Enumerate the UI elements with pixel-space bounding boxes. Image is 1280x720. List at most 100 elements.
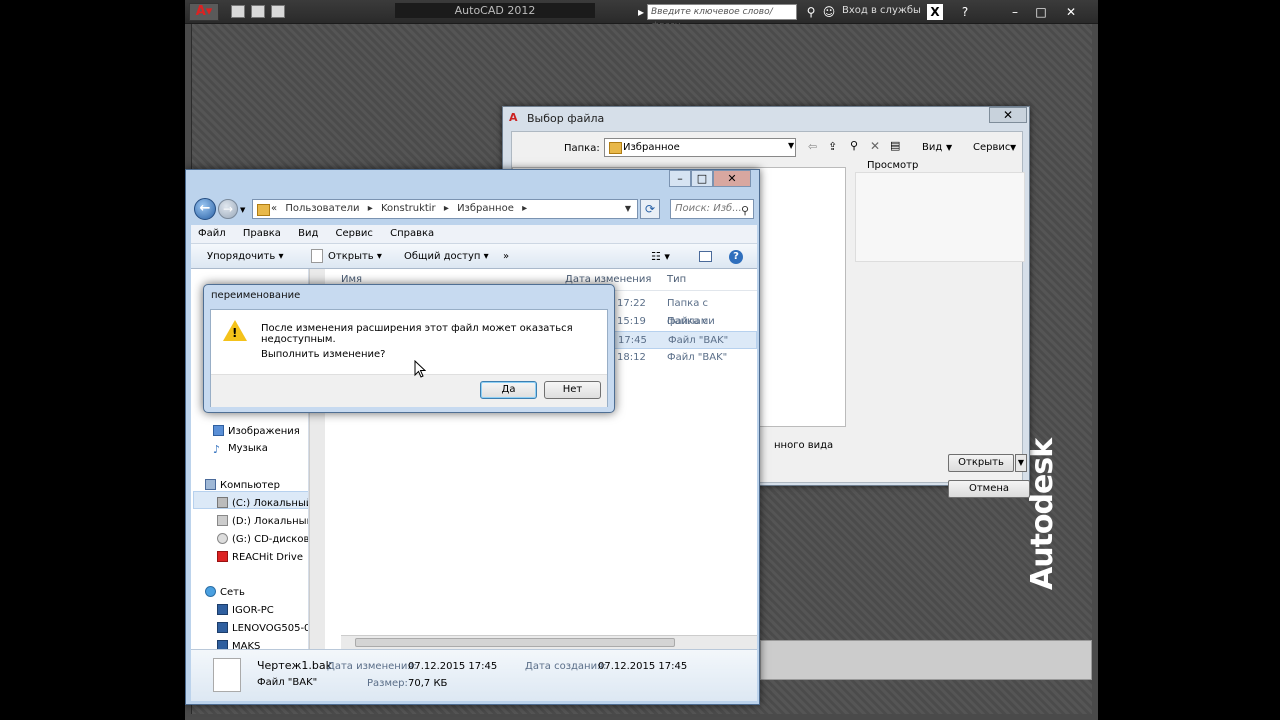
back-arrow-icon[interactable]: ⇦ bbox=[808, 140, 817, 153]
search-web-icon[interactable]: ⚲ bbox=[850, 139, 858, 152]
breadcrumb-separator[interactable]: ▸ bbox=[522, 203, 527, 214]
nav-pc1[interactable]: IGOR-PC bbox=[217, 604, 274, 616]
view-menu[interactable]: Вид bbox=[922, 142, 942, 153]
file-icon bbox=[213, 658, 241, 692]
minimize-icon[interactable]: – bbox=[669, 170, 691, 187]
exchange-icon[interactable]: X bbox=[927, 4, 943, 20]
binoculars-icon[interactable]: ⚲ bbox=[803, 4, 819, 20]
preview-label: Просмотр bbox=[867, 160, 919, 171]
file-icon bbox=[311, 249, 323, 263]
menu-file[interactable]: Файл bbox=[191, 225, 233, 243]
folder-select[interactable]: Избранное bbox=[604, 138, 796, 157]
help-icon[interactable]: ? bbox=[957, 4, 973, 20]
nav-computer[interactable]: Компьютер bbox=[205, 479, 280, 491]
back-button[interactable]: ← bbox=[194, 198, 216, 220]
more-button[interactable]: » bbox=[503, 244, 509, 269]
view-type-label: нного вида bbox=[774, 440, 834, 451]
details-created-label: Дата создания: bbox=[525, 661, 607, 672]
drive-icon bbox=[217, 497, 228, 508]
nav-network[interactable]: Сеть bbox=[205, 586, 245, 598]
images-icon bbox=[213, 425, 224, 436]
breadcrumb-separator[interactable]: ▸ bbox=[368, 203, 373, 214]
nav-drive-c-label: (C:) Локальный , bbox=[232, 498, 309, 509]
autocad-search-input[interactable]: Введите ключевое слово/фразу bbox=[647, 4, 797, 31]
autocad-logo-icon[interactable]: A▾ bbox=[189, 3, 219, 21]
preview-pane bbox=[855, 172, 1025, 262]
cancel-button[interactable]: Отмена bbox=[948, 480, 1030, 498]
chevron-down-icon[interactable]: ▼ bbox=[625, 200, 631, 218]
chevron-down-icon[interactable]: ▼ bbox=[1015, 454, 1027, 472]
view-options-icon[interactable]: ☷ ▾ bbox=[651, 244, 670, 269]
user-icon[interactable]: ☺ bbox=[821, 4, 837, 20]
nav-drive-g[interactable]: (G:) CD-дисково, bbox=[217, 533, 308, 545]
command-bar: Упорядочить ▾ Открыть ▾ Общий доступ ▾ »… bbox=[191, 244, 757, 269]
horizontal-scrollbar[interactable] bbox=[341, 635, 757, 649]
nav-drive-d[interactable]: (D:) Локальный , bbox=[217, 515, 308, 527]
breadcrumb-user[interactable]: Konstruktir bbox=[381, 203, 436, 214]
maximize-icon[interactable]: □ bbox=[691, 170, 713, 187]
nav-music[interactable]: ♪ Музыка bbox=[213, 443, 268, 456]
col-type[interactable]: Тип bbox=[667, 269, 686, 291]
menu-help[interactable]: Справка bbox=[383, 225, 441, 243]
nav-drive-c[interactable]: (C:) Локальный , bbox=[217, 497, 309, 509]
delete-icon[interactable]: ✕ bbox=[870, 139, 880, 153]
new-folder-icon[interactable]: ▤ bbox=[890, 139, 900, 152]
computer-icon bbox=[217, 604, 228, 615]
row-type: Файл "BAK" bbox=[667, 352, 728, 363]
service-menu[interactable]: Сервис bbox=[973, 142, 1010, 153]
save-file-icon[interactable] bbox=[271, 5, 285, 18]
open-file-icon[interactable] bbox=[251, 5, 265, 18]
details-size-value: 70,7 КБ bbox=[408, 678, 448, 689]
menu-bar: Файл Правка Вид Сервис Справка bbox=[191, 225, 757, 244]
nav-pc3[interactable]: MAKS bbox=[217, 640, 260, 649]
autocad-dialog-icon: A bbox=[509, 111, 518, 124]
details-modified-label: Дата изменения: bbox=[327, 661, 417, 672]
share-button[interactable]: Общий доступ ▾ bbox=[404, 244, 489, 269]
breadcrumb-users[interactable]: Пользователи bbox=[285, 203, 359, 214]
maximize-icon[interactable]: □ bbox=[1033, 4, 1049, 20]
nav-images[interactable]: Изображения bbox=[213, 425, 300, 437]
search-input[interactable]: Поиск: Изб... ⚲ bbox=[670, 199, 754, 219]
up-folder-icon[interactable]: ⇪ bbox=[828, 140, 837, 153]
reachit-icon bbox=[217, 551, 228, 562]
search-icon[interactable]: ⚲ bbox=[741, 202, 749, 220]
new-file-icon[interactable] bbox=[231, 5, 245, 18]
autodesk-brand: Autodesk bbox=[1025, 438, 1060, 590]
chevron-down-icon[interactable]: ▼ bbox=[788, 141, 794, 150]
drive-icon bbox=[217, 515, 228, 526]
help-icon[interactable]: ? bbox=[729, 250, 743, 264]
breadcrumb-separator[interactable]: ▸ bbox=[444, 203, 449, 214]
minimize-icon[interactable]: – bbox=[1007, 4, 1023, 20]
forward-button[interactable]: → bbox=[218, 199, 238, 219]
nav-reachit-label: REACHit Drive bbox=[232, 552, 303, 563]
nav-music-label: Музыка bbox=[228, 443, 268, 454]
signin-button[interactable]: Вход в службы bbox=[842, 5, 921, 16]
nav-pc1-label: IGOR-PC bbox=[232, 605, 274, 616]
preview-pane-icon[interactable] bbox=[699, 251, 712, 262]
nav-pc2[interactable]: LENOVOG505-01 bbox=[217, 622, 308, 634]
close-icon[interactable]: ✕ bbox=[989, 107, 1027, 123]
breadcrumb-favorites[interactable]: Избранное bbox=[457, 203, 514, 214]
organize-button[interactable]: Упорядочить ▾ bbox=[207, 244, 283, 269]
breadcrumb-part: « bbox=[271, 203, 278, 214]
details-size-label: Размер: bbox=[367, 678, 408, 689]
scrollbar-thumb[interactable] bbox=[355, 638, 675, 647]
menu-edit[interactable]: Правка bbox=[236, 225, 288, 243]
address-bar[interactable]: « Пользователи ▸ Konstruktir ▸ Избранное… bbox=[252, 199, 638, 219]
cd-drive-icon bbox=[217, 533, 228, 544]
chevron-down-icon[interactable]: ▼ bbox=[1010, 143, 1016, 152]
no-button[interactable]: Нет bbox=[544, 381, 601, 399]
yes-button[interactable]: Да bbox=[480, 381, 537, 399]
open-button[interactable]: Открыть ▾ bbox=[328, 244, 382, 269]
open-button[interactable]: Открыть bbox=[948, 454, 1014, 472]
window-controls: – □ ✕ bbox=[669, 170, 755, 187]
menu-view[interactable]: Вид bbox=[291, 225, 325, 243]
row-type: Файл "BAK" bbox=[668, 335, 729, 346]
nav-reachit[interactable]: REACHit Drive bbox=[217, 551, 303, 563]
menu-tools[interactable]: Сервис bbox=[329, 225, 380, 243]
chevron-down-icon[interactable]: ▼ bbox=[946, 143, 952, 152]
refresh-icon[interactable]: ⟳ bbox=[640, 199, 660, 219]
close-icon[interactable]: ✕ bbox=[713, 170, 751, 187]
close-icon[interactable]: ✕ bbox=[1063, 4, 1079, 20]
chevron-down-icon[interactable]: ▼ bbox=[240, 206, 245, 214]
